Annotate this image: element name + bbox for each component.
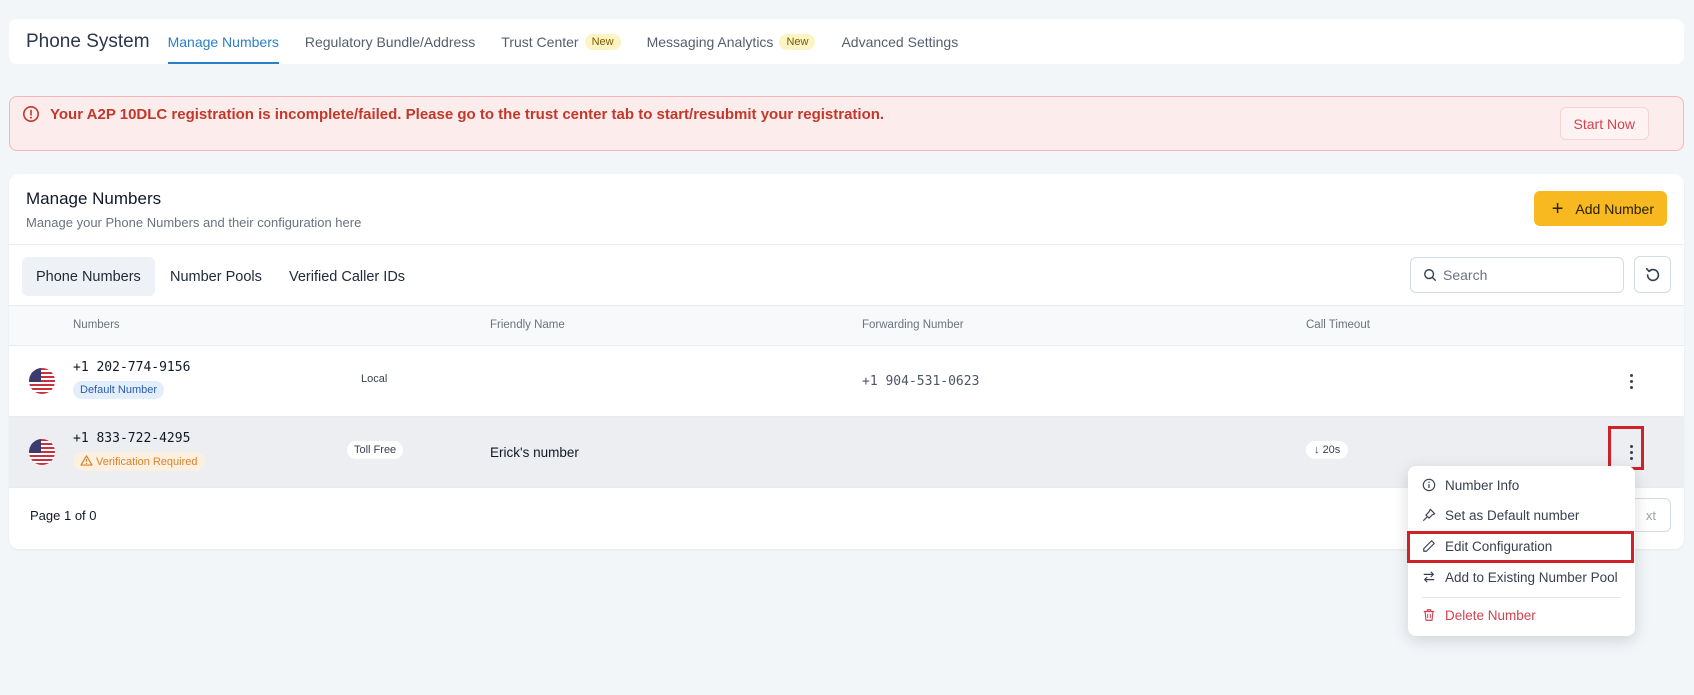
menu-item-delete-number[interactable]: Delete Number — [1408, 600, 1635, 630]
subtab-number-pools[interactable]: Number Pools — [156, 257, 276, 296]
tab-messaging-analytics[interactable]: Messaging Analytics New — [647, 19, 816, 64]
tab-regulatory-bundle[interactable]: Regulatory Bundle/Address — [305, 19, 475, 64]
card-title: Manage Numbers — [26, 189, 162, 208]
pin-icon — [1422, 508, 1436, 522]
tab-label: Messaging Analytics — [646, 33, 774, 50]
warning-icon — [80, 455, 93, 466]
number-type-badge: Toll Free — [347, 441, 404, 459]
add-number-button[interactable]: + Add Number — [1533, 191, 1667, 226]
new-badge: New — [779, 33, 816, 50]
col-call-timeout: Call Timeout — [1306, 319, 1370, 331]
tab-label: Trust Center — [501, 33, 579, 50]
us-flag-icon — [29, 439, 55, 465]
tab-label: Manage Numbers — [167, 33, 279, 50]
col-friendly-name: Friendly Name — [490, 319, 565, 331]
highlight-box — [1407, 531, 1634, 563]
subtabs-row: Phone Numbers Number Pools Verified Call… — [9, 245, 1684, 306]
row-actions-menu-icon[interactable] — [1621, 370, 1641, 392]
next-label: xt — [1645, 507, 1656, 523]
us-flag-icon — [29, 368, 55, 394]
card-header: Manage Numbers Manage your Phone Numbers… — [9, 174, 1684, 245]
search-placeholder: Search — [1443, 267, 1488, 283]
page-indicator: Page 1 of 0 — [30, 508, 97, 523]
tab-manage-numbers[interactable]: Manage Numbers — [167, 19, 280, 64]
col-numbers: Numbers — [73, 319, 120, 331]
phone-number: +1 833-722-4295 — [73, 431, 191, 446]
table-header: Numbers Friendly Name Forwarding Number … — [9, 306, 1684, 346]
arrow-down-icon: ↓ — [1314, 444, 1323, 456]
app-title: Phone System — [26, 30, 150, 52]
call-timeout-badge: ↓ 20s — [1306, 441, 1349, 459]
number-type-badge: Local — [354, 370, 395, 388]
start-now-button[interactable]: Start Now — [1559, 107, 1649, 140]
friendly-name: Erick's number — [490, 445, 579, 460]
menu-item-label: Number Info — [1445, 477, 1520, 493]
menu-item-set-default[interactable]: Set as Default number — [1408, 500, 1635, 530]
search-icon — [1424, 269, 1436, 281]
top-nav: Phone System Manage Numbers Regulatory B… — [9, 19, 1684, 64]
info-circle-icon — [22, 105, 40, 123]
tab-label: Regulatory Bundle/Address — [304, 33, 476, 50]
subtab-phone-numbers[interactable]: Phone Numbers — [22, 257, 155, 296]
phone-number: +1 202-774-9156 — [73, 360, 191, 375]
tab-trust-center[interactable]: Trust Center New — [501, 19, 621, 64]
menu-item-label: Add to Existing Number Pool — [1445, 569, 1618, 585]
menu-divider — [1422, 597, 1621, 598]
add-number-label: Add Number — [1575, 200, 1654, 217]
verification-required-badge: Verification Required — [73, 452, 205, 471]
menu-item-number-info[interactable]: Number Info — [1408, 470, 1635, 500]
trash-icon — [1423, 609, 1435, 621]
refresh-icon — [1645, 267, 1659, 281]
card-subtitle: Manage your Phone Numbers and their conf… — [26, 215, 362, 230]
col-forwarding-number: Forwarding Number — [862, 319, 964, 331]
timeout-value: 20s — [1322, 444, 1341, 456]
new-badge: New — [584, 33, 621, 50]
swap-icon — [1423, 571, 1435, 583]
alert-text: Your A2P 10DLC registration is incomplet… — [50, 105, 885, 123]
registration-alert: Your A2P 10DLC registration is incomplet… — [9, 96, 1684, 151]
search-input[interactable]: Search — [1410, 257, 1624, 293]
table-row[interactable]: +1 202-774-9156 Default Number Local +1 … — [9, 346, 1684, 417]
subtab-verified-caller-ids[interactable]: Verified Caller IDs — [275, 257, 419, 296]
tab-advanced-settings[interactable]: Advanced Settings — [841, 19, 958, 64]
tab-label: Advanced Settings — [841, 33, 959, 50]
highlight-box — [1608, 426, 1644, 470]
refresh-button[interactable] — [1634, 256, 1671, 293]
info-icon — [1422, 478, 1436, 492]
forwarding-number: +1 904-531-0623 — [862, 374, 980, 389]
plus-icon: + — [1551, 197, 1564, 220]
default-number-badge: Default Number — [73, 381, 165, 399]
badge-label: Verification Required — [96, 456, 198, 468]
menu-item-label: Set as Default number — [1445, 507, 1580, 523]
menu-item-label: Delete Number — [1445, 607, 1536, 623]
menu-item-add-to-pool[interactable]: Add to Existing Number Pool — [1408, 562, 1635, 592]
